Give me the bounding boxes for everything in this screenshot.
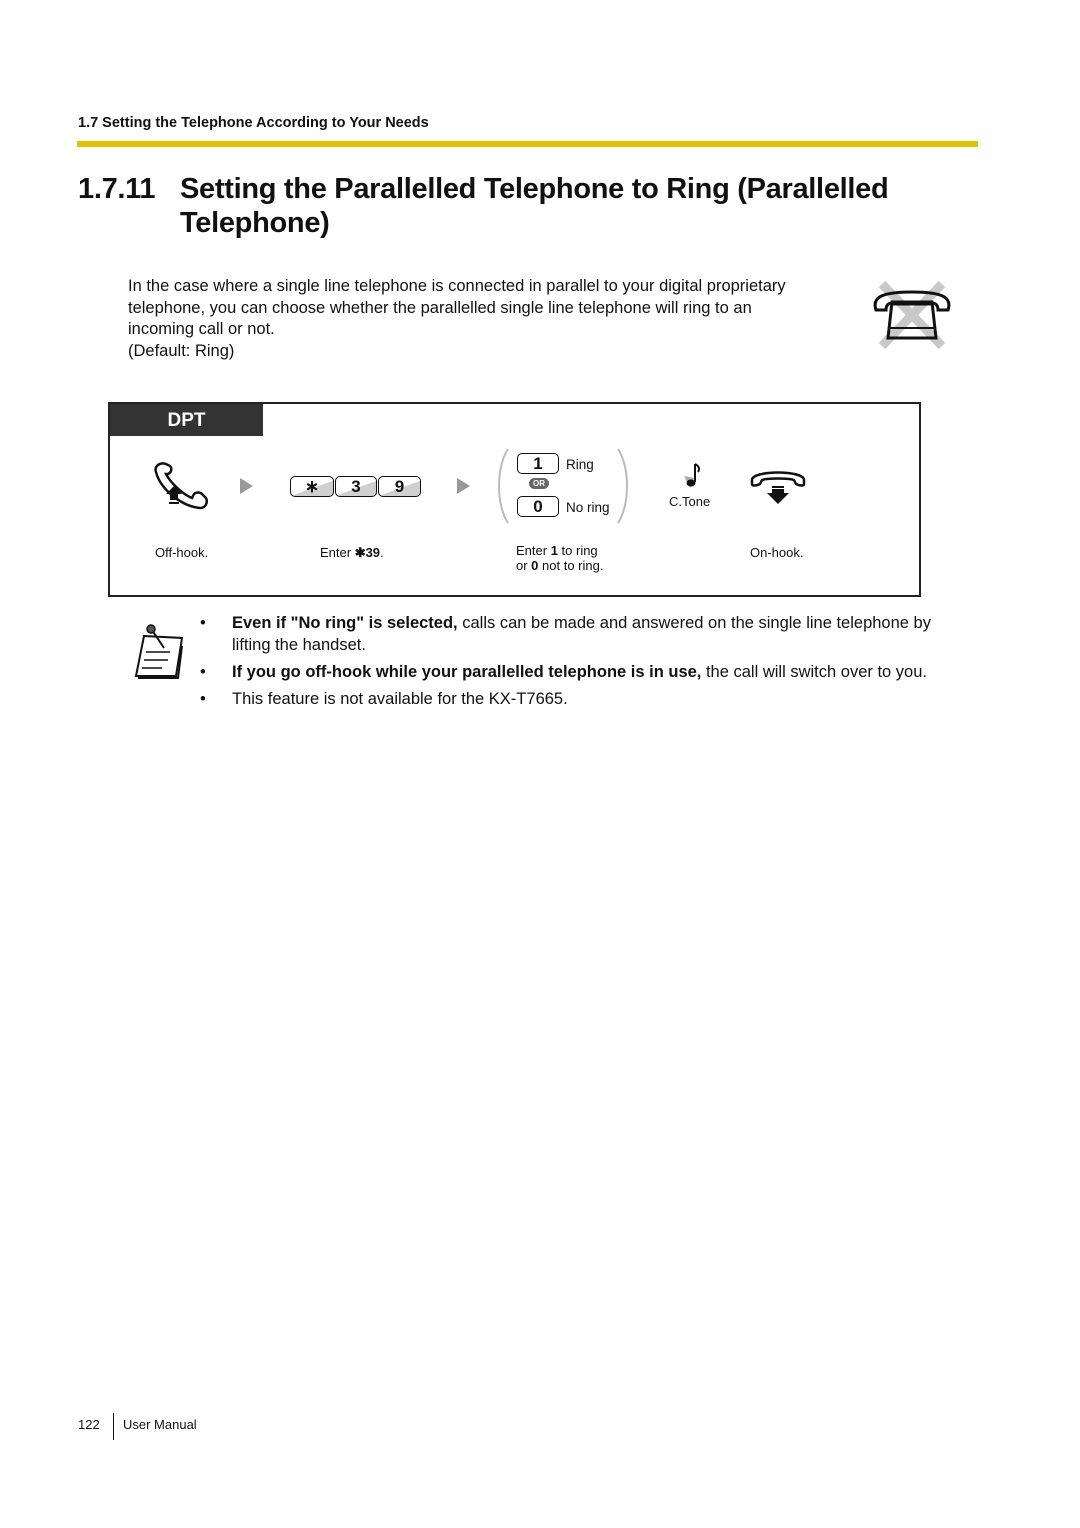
key-star: ∗ [290,476,334,497]
note-bold: Even if "No ring" is selected, [232,614,458,632]
note-text: This feature is not available for the KX… [232,690,568,708]
handset-on-hook-icon [748,466,808,511]
key-9: 9 [378,476,421,497]
note-item: • If you go off-hook while your parallel… [200,661,970,683]
next-arrow-icon [457,478,470,494]
intro-line: telephone, you can choose whether the pa… [128,298,752,317]
off-hook-label: Off-hook. [155,545,209,560]
note-item: • Even if "No ring" is selected, calls c… [200,612,970,656]
option-ring-label: Ring [566,457,594,472]
note-item: • This feature is not available for the … [200,688,970,710]
page-number: 122 [78,1417,100,1432]
enter-code-label: Enter ✱39. [320,545,384,561]
choose-label-line2: or 0 not to ring. [516,558,603,573]
enter-code-value: ✱39 [354,545,381,560]
choose-label-line1: Enter 1 to ring [516,543,603,558]
confirmation-tone-icon [680,462,704,497]
enter-code-prefix: Enter [320,545,355,560]
note-text: the call will switch over to you. [701,663,927,681]
dpt-tab: DPT [110,404,263,436]
title-text: Setting the Parallelled Telephone to Rin… [180,173,889,239]
option-no-ring-label: No ring [566,500,610,515]
note-bold: If you go off-hook while your parallelle… [232,663,702,681]
next-arrow-icon [240,478,253,494]
text: to ring [557,543,598,558]
or-badge: OR [529,478,549,489]
option-bracket-left [494,447,510,530]
c-tone-label: C.Tone [669,494,711,509]
text: or [516,558,532,573]
notepad-icon [132,618,188,689]
header-rule [77,141,978,147]
handset-off-hook-icon [152,462,210,515]
bullet: • [200,663,206,681]
section-header: 1.7 Setting the Telephone According to Y… [78,115,429,131]
enter-code-suffix: . [380,545,384,560]
text: 1 [550,543,558,558]
key-3: 3 [335,476,377,497]
intro-default: (Default: Ring) [128,342,235,361]
key-1: 1 [517,453,559,474]
bullet: • [200,690,206,708]
footer-label: User Manual [123,1417,197,1432]
key-0: 0 [517,496,559,517]
choose-label: Enter 1 to ring or 0 not to ring. [516,543,603,573]
intro-paragraph: In the case where a single line telephon… [128,276,868,363]
notes-list: • Even if "No ring" is selected, calls c… [200,612,970,715]
text: not to ring. [538,558,604,573]
footer-divider [113,1413,114,1440]
title-number: 1.7.11 [78,173,156,205]
page-title: 1.7.11 Setting the Parallelled Telephone… [78,172,958,242]
option-bracket-right [616,447,632,530]
intro-line: In the case where a single line telephon… [128,277,786,295]
on-hook-label: On-hook. [750,545,804,560]
single-line-telephone-crossed-icon [868,280,958,350]
text: Enter [516,543,551,558]
intro-line: incoming call or not. [128,320,275,339]
bullet: • [200,614,206,632]
